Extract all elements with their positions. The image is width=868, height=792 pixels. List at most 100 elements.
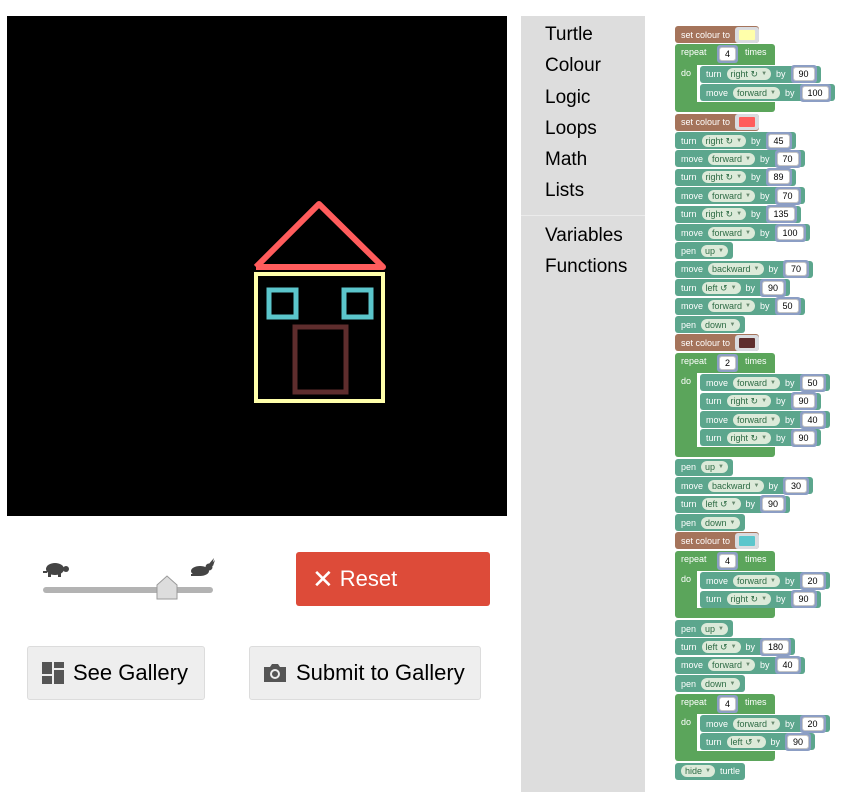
turn-block[interactable]: turn right ↻ ▼ by 45 [675,131,796,150]
move-block[interactable]: move forward ▼ by 40 [700,410,830,429]
number-field[interactable]: 2 [719,355,737,370]
number-field[interactable]: 50 [801,375,824,390]
direction-dropdown[interactable]: right ↻ ▼ [701,208,747,221]
turn-block[interactable]: turn right ↻ ▼ by 90 [700,392,821,411]
move-block[interactable]: move forward ▼ by 70 [675,186,805,205]
pen-block[interactable]: pen down ▼ [675,675,745,693]
number-field[interactable]: 45 [767,133,790,148]
see-gallery-button[interactable]: See Gallery [27,646,205,700]
number-field[interactable]: 40 [801,412,824,427]
number-field[interactable]: 70 [785,262,808,277]
direction-dropdown[interactable]: forward ▼ [708,226,755,239]
direction-dropdown[interactable]: forward ▼ [708,300,755,313]
number-field[interactable]: 20 [801,716,824,731]
number-field[interactable]: 4 [719,553,737,568]
number-field[interactable]: 90 [762,280,785,295]
category-lists[interactable]: Lists [545,180,584,202]
colour-swatch[interactable] [738,116,757,129]
pen-block[interactable]: pen down ▼ [675,514,745,531]
number-field[interactable]: 90 [792,592,815,607]
number-field[interactable]: 180 [762,639,790,654]
move-block[interactable]: move forward ▼ by 50 [700,373,830,392]
move-block[interactable]: move forward ▼ by 20 [700,714,830,733]
number-field[interactable]: 90 [792,67,815,82]
direction-dropdown[interactable]: right ↻ ▼ [726,431,772,444]
turn-block[interactable]: turn right ↻ ▼ by 90 [700,428,821,447]
pen-dropdown[interactable]: down ▼ [701,318,740,331]
pen-block[interactable]: pen up ▼ [675,242,733,260]
pen-dropdown[interactable]: up ▼ [701,461,728,474]
number-field[interactable]: 90 [787,734,810,749]
set-colour-block[interactable]: set colour to [675,113,760,131]
number-field[interactable]: 50 [776,299,799,314]
direction-dropdown[interactable]: forward ▼ [733,574,780,587]
visibility-dropdown[interactable]: hide ▼ [681,765,715,778]
number-field[interactable]: 90 [792,430,815,445]
direction-dropdown[interactable]: forward ▼ [708,189,755,202]
direction-dropdown[interactable]: left ↺ ▼ [701,640,741,653]
direction-dropdown[interactable]: forward ▼ [708,659,755,672]
number-field[interactable]: 100 [801,85,829,100]
colour-swatch[interactable] [738,28,757,41]
direction-dropdown[interactable]: left ↺ ▼ [701,498,741,511]
direction-dropdown[interactable]: backward ▼ [708,263,764,276]
number-field[interactable]: 4 [719,696,737,711]
number-field[interactable]: 70 [776,151,799,166]
number-field[interactable]: 135 [767,207,795,222]
direction-dropdown[interactable]: right ↻ ▼ [726,593,772,606]
number-field[interactable]: 90 [762,497,785,512]
pen-block[interactable]: pen up ▼ [675,620,733,637]
direction-dropdown[interactable]: right ↻ ▼ [726,68,772,81]
category-colour[interactable]: Colour [545,55,601,77]
pen-dropdown[interactable]: up ▼ [701,244,728,257]
number-field[interactable]: 30 [785,478,808,493]
number-field[interactable]: 100 [776,225,804,240]
block-workspace[interactable]: set colour to repeat 4 times do turn right ↻ ▼ b… [645,16,868,792]
number-field[interactable]: 70 [776,188,799,203]
colour-swatch[interactable] [738,336,757,349]
set-colour-block[interactable]: set colour to [675,532,760,550]
number-field[interactable]: 40 [776,658,799,673]
number-field[interactable]: 4 [719,47,737,62]
direction-dropdown[interactable]: forward ▼ [733,717,780,730]
category-functions[interactable]: Functions [545,256,627,278]
colour-swatch[interactable] [738,534,757,547]
direction-dropdown[interactable]: right ↻ ▼ [726,395,772,408]
move-block[interactable]: move forward ▼ by 100 [675,223,810,242]
direction-dropdown[interactable]: forward ▼ [733,376,780,389]
pen-dropdown[interactable]: down ▼ [701,677,740,690]
set-colour-block[interactable]: set colour to [675,26,760,43]
direction-dropdown[interactable]: right ↻ ▼ [701,171,747,184]
category-logic[interactable]: Logic [545,87,590,109]
direction-dropdown[interactable]: backward ▼ [708,479,764,492]
direction-dropdown[interactable]: left ↺ ▼ [726,735,766,748]
move-block[interactable]: move forward ▼ by 20 [700,571,830,590]
move-block[interactable]: move forward ▼ by 50 [675,297,805,316]
move-block[interactable]: move forward ▼ by 100 [700,83,835,102]
pen-dropdown[interactable]: down ▼ [701,516,740,529]
direction-dropdown[interactable]: left ↺ ▼ [701,281,741,294]
turn-block[interactable]: turn left ↺ ▼ by 90 [700,732,816,751]
slider-track[interactable] [43,587,213,593]
turn-block[interactable]: turn right ↻ ▼ by 90 [700,590,821,609]
pen-block[interactable]: pen down ▼ [675,316,745,333]
turn-block[interactable]: turn left ↺ ▼ by 90 [675,278,791,297]
category-turtle[interactable]: Turtle [545,24,593,46]
turn-block[interactable]: turn left ↺ ▼ by 180 [675,637,796,656]
speed-slider[interactable] [38,555,218,605]
set-colour-block[interactable]: set colour to [675,334,760,352]
number-field[interactable]: 90 [792,394,815,409]
category-math[interactable]: Math [545,149,587,171]
move-block[interactable]: move backward ▼ by 30 [675,476,814,495]
category-loops[interactable]: Loops [545,118,597,140]
hide-block[interactable]: hide ▼ turtle [675,762,745,780]
turn-block[interactable]: turn right ↻ ▼ by 135 [675,205,801,224]
move-block[interactable]: move forward ▼ by 70 [675,149,805,168]
slider-thumb[interactable] [155,575,179,601]
turn-block[interactable]: turn left ↺ ▼ by 90 [675,495,791,514]
direction-dropdown[interactable]: right ↻ ▼ [701,134,747,147]
move-block[interactable]: move backward ▼ by 70 [675,260,814,279]
number-field[interactable]: 89 [767,170,790,185]
number-field[interactable]: 20 [801,573,824,588]
direction-dropdown[interactable]: forward ▼ [708,152,755,165]
